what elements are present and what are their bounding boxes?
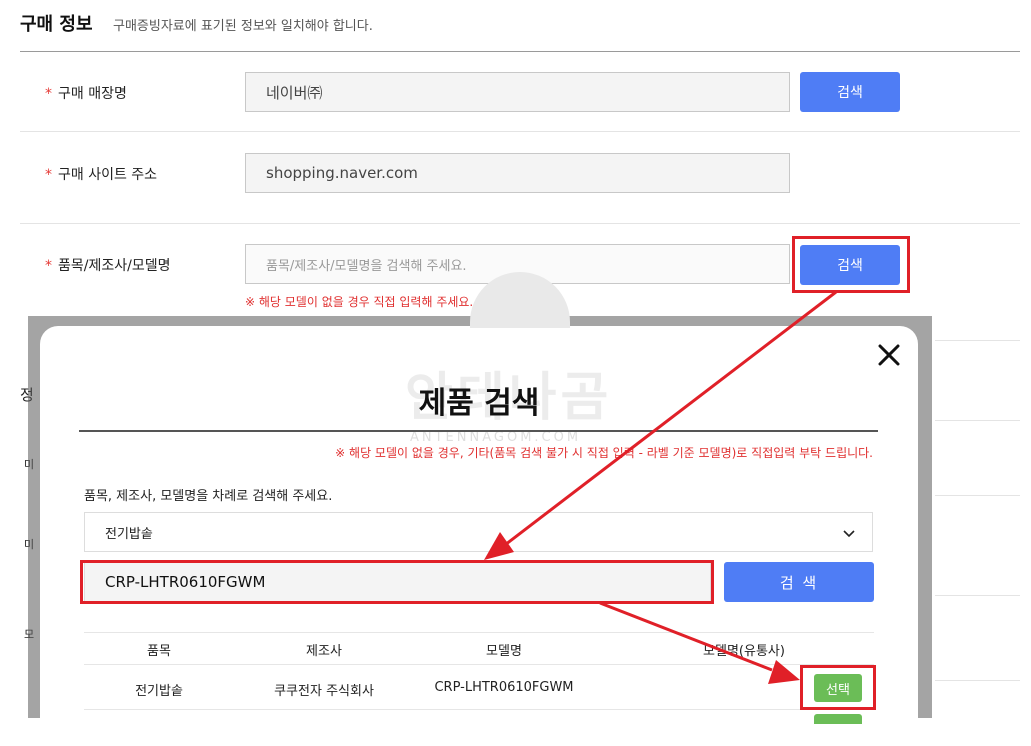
arrow-head-model-input [484, 532, 514, 560]
annotation-arrows [484, 290, 837, 684]
arrow-to-select [599, 601, 773, 672]
arrow-to-model-input [494, 290, 837, 553]
arrow-head-select [768, 660, 800, 684]
